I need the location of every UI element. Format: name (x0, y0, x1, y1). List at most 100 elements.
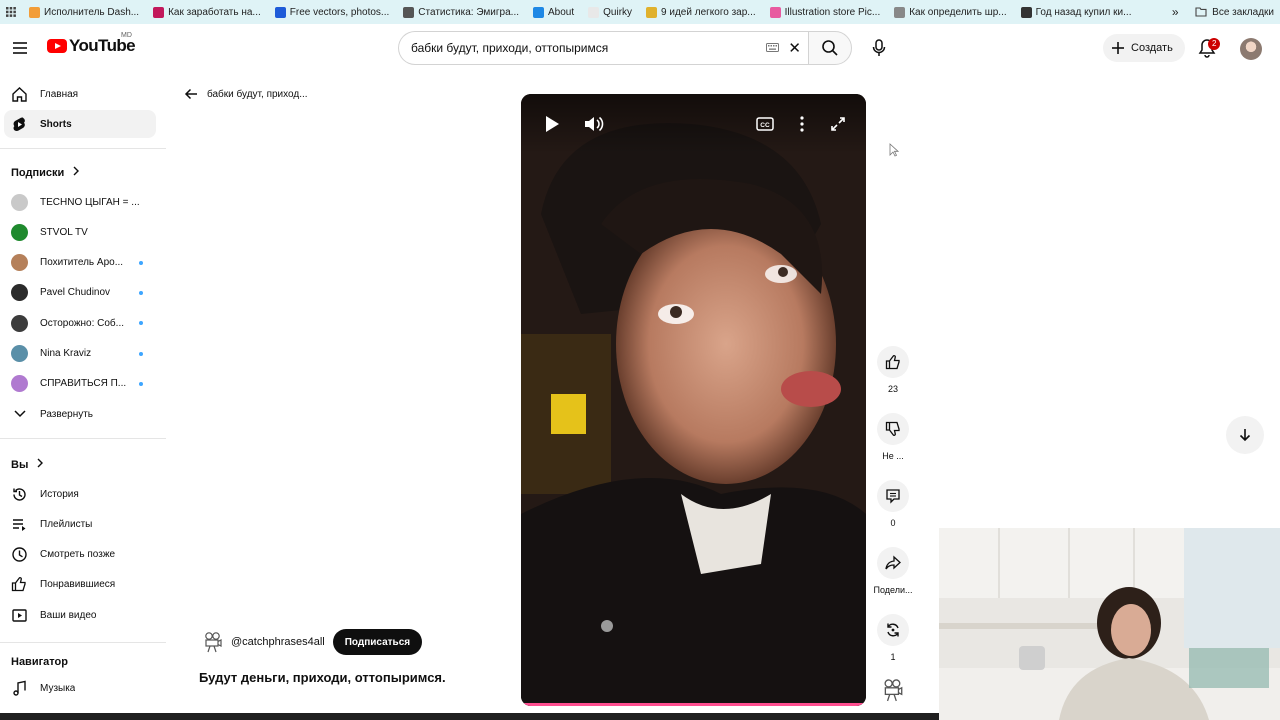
bookmark-label: Как заработать на... (168, 6, 261, 18)
subscriptions-section-title[interactable]: Подписки (11, 166, 80, 179)
masthead: YouTube MD бабки будут, приходи, оттопыр… (0, 24, 1280, 72)
channel-avatar (11, 284, 28, 302)
you-section-title[interactable]: Вы (11, 458, 44, 471)
youtube-shorts-page: Исполнитель Dash... Как заработать на... F… (0, 0, 1280, 720)
sidebar-item-subscription[interactable]: Nina Kraviz (4, 340, 156, 368)
sidebar-item-label: Shorts (40, 118, 72, 130)
sidebar-item-subscription[interactable]: Похититель Аро... (4, 249, 156, 277)
new-content-dot (139, 290, 143, 295)
back-to-search[interactable]: бабки будут, приход... (183, 86, 308, 102)
sidebar-divider (0, 148, 166, 149)
camera-icon[interactable] (882, 678, 904, 702)
volume-icon[interactable] (583, 113, 605, 135)
like-action: 23 (870, 346, 916, 394)
sidebar-item-history[interactable]: История (4, 480, 156, 508)
clear-search-icon[interactable]: ✕ (788, 39, 801, 57)
youtube-play-icon (47, 39, 67, 53)
next-short-button[interactable] (1226, 416, 1264, 454)
bookmark-item[interactable]: 9 идей легкого зар... (639, 0, 763, 24)
bookmark-item[interactable]: Как определить шр... (887, 0, 1013, 24)
more-options-icon[interactable] (791, 113, 813, 135)
bookmark-item[interactable]: Quirky (581, 0, 639, 24)
sidebar-item-expand[interactable]: Развернуть (4, 400, 156, 428)
channel-thumb-action (870, 678, 916, 702)
voice-search-button[interactable] (862, 31, 896, 65)
bookmark-list: Исполнитель Dash... Как заработать на... F… (22, 0, 1138, 24)
play-icon[interactable] (541, 113, 563, 135)
sidebar-item-label: TECHNO ЦЫГАН = ... (40, 196, 140, 208)
fullscreen-icon[interactable] (827, 113, 849, 135)
guide-sidebar: Главная Shorts Подписки TECHNO ЦЫГАН = .… (0, 72, 166, 720)
search-input[interactable]: бабки будут, приходи, оттопыримся ✕ (398, 31, 809, 65)
share-icon (885, 555, 901, 570)
bookmarks-more-button[interactable]: » (1163, 5, 1187, 19)
home-icon (11, 86, 28, 103)
video-progress-bar[interactable] (521, 703, 866, 706)
microphone-icon (872, 39, 886, 56)
comments-button[interactable] (877, 480, 909, 512)
sidebar-item-music[interactable]: Музыка (4, 674, 156, 702)
bookmark-item[interactable]: Статистика: Эмигра... (396, 0, 526, 24)
share-button[interactable] (877, 547, 909, 579)
sidebar-item-subscription[interactable]: СПРАВИТЬСЯ П... (4, 370, 156, 398)
shorts-icon (11, 116, 28, 133)
sidebar-item-subscription[interactable]: Pavel Chudinov (4, 279, 156, 307)
dislike-button[interactable] (877, 413, 909, 445)
logo-region: MD (121, 32, 132, 39)
create-label: Создать (1131, 42, 1173, 54)
camera-icon[interactable] (203, 631, 223, 653)
subscribe-button[interactable]: Подписаться (332, 629, 423, 655)
bookmark-item[interactable]: Год назад купил ки... (1014, 0, 1139, 24)
svg-text:CC: CC (760, 122, 770, 129)
bookmark-item[interactable]: Illustration store Pic... (763, 0, 888, 24)
bookmark-favicon-icon (894, 6, 906, 18)
sidebar-item-playlists[interactable]: Плейлисты (4, 510, 156, 538)
sidebar-divider (0, 438, 166, 439)
channel-avatar (11, 345, 28, 362)
sidebar-item-label: Nina Kraviz (40, 348, 92, 359)
sidebar-item-liked[interactable]: Понравившиеся (4, 571, 156, 599)
sidebar-item-label: Осторожно: Соб... (40, 317, 124, 329)
channel-handle[interactable]: @catchphrases4all (231, 636, 325, 648)
all-bookmarks-label: Все закладки (1212, 6, 1274, 18)
sidebar-item-shorts[interactable]: Shorts (4, 110, 156, 138)
search-button[interactable] (808, 31, 852, 65)
sidebar-item-label: СПРАВИТЬСЯ П... (40, 378, 127, 390)
sidebar-item-subscription[interactable]: Осторожно: Соб... (4, 309, 156, 337)
sidebar-item-subscription[interactable]: TECHNO ЦЫГАН = ... (4, 188, 156, 216)
sidebar-divider (0, 642, 166, 643)
all-bookmarks-button[interactable]: Все закладки (1187, 7, 1280, 18)
bookmarks-bar: Исполнитель Dash... Как заработать на... F… (0, 0, 1280, 24)
bookmark-item[interactable]: About (526, 0, 581, 24)
sidebar-item-your-videos[interactable]: Ваши видео (4, 601, 156, 629)
captions-icon[interactable]: CC (754, 113, 776, 135)
remix-icon (887, 623, 899, 637)
bookmark-item[interactable]: Исполнитель Dash... (22, 0, 146, 24)
like-button[interactable] (877, 346, 909, 378)
create-button[interactable]: Создать (1103, 34, 1185, 62)
sidebar-item-watch-later[interactable]: Смотреть позже (4, 541, 156, 569)
bookmark-item[interactable]: Как заработать на... (146, 0, 268, 24)
sidebar-item-home[interactable]: Главная (4, 80, 156, 108)
menu-icon[interactable] (10, 38, 30, 58)
bookmark-favicon-icon (403, 6, 415, 18)
bookmark-favicon-icon (29, 6, 40, 18)
back-label: бабки будут, приход... (207, 88, 308, 100)
dislike-label: Не ... (882, 451, 904, 461)
watch-later-icon (11, 546, 28, 563)
keyboard-icon[interactable] (766, 41, 779, 55)
channel-avatar (11, 223, 28, 241)
bookmark-label: Как определить шр... (909, 6, 1007, 18)
sidebar-item-subscription[interactable]: STVOL TV (4, 218, 156, 246)
remix-button[interactable] (877, 614, 909, 646)
bookmark-favicon-icon (1020, 6, 1032, 18)
shorts-video-player[interactable]: CC (521, 94, 866, 706)
account-avatar[interactable] (1240, 38, 1262, 60)
youtube-logo[interactable]: YouTube MD (47, 32, 136, 56)
bookmark-item[interactable]: Free vectors, photos... (268, 0, 397, 24)
like-count: 23 (887, 384, 898, 394)
apps-grid-icon[interactable] (0, 0, 22, 24)
sidebar-item-label: STVOL TV (40, 226, 88, 238)
navigator-section-title: Навигатор (11, 656, 68, 668)
sidebar-item-label: Плейлисты (40, 518, 93, 530)
